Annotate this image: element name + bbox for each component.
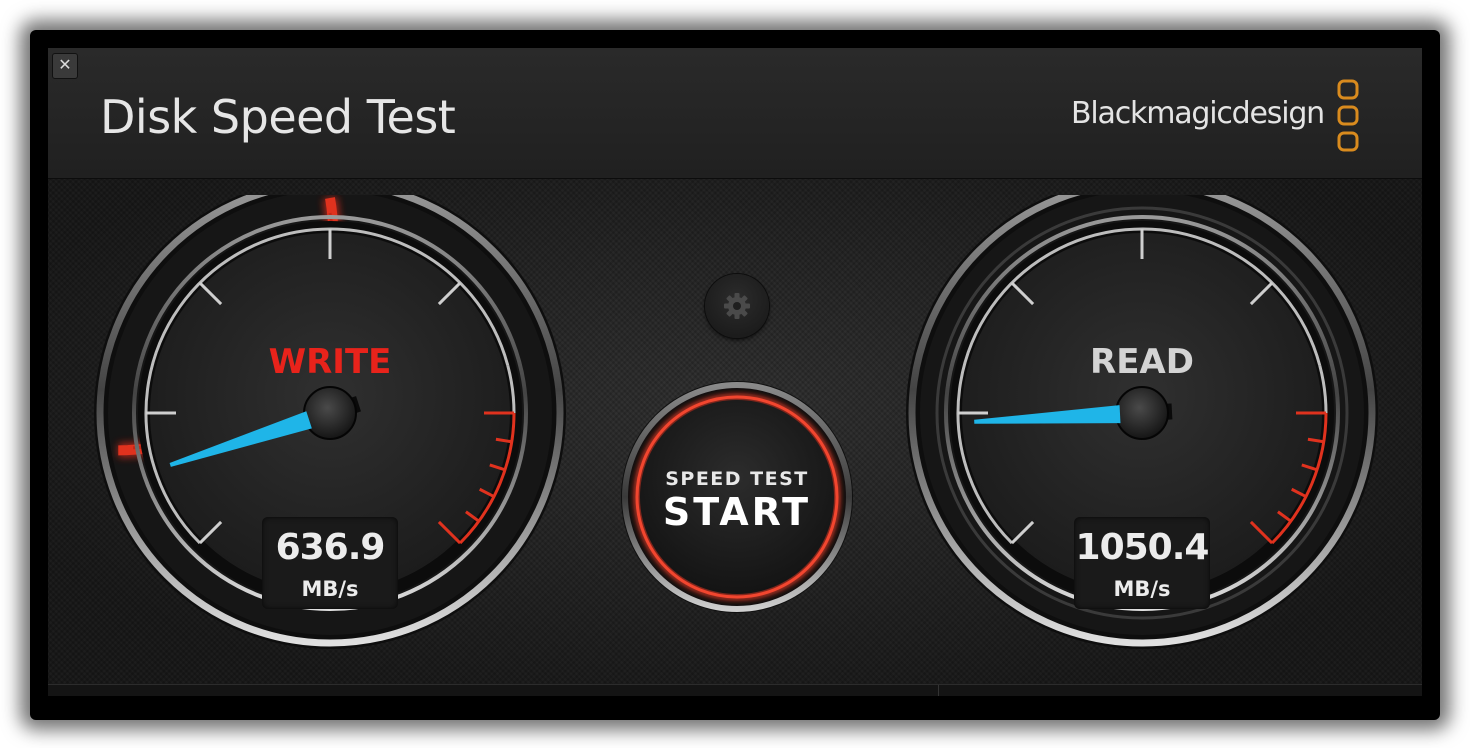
start-button-caption: SPEED TEST <box>665 468 809 490</box>
disk-speed-test-window: ✕ Disk Speed Test Blackmagicdesign WRITE… <box>48 48 1422 696</box>
read-speed-unit: MB/s <box>1113 577 1171 601</box>
gear-icon <box>724 293 750 319</box>
close-button[interactable]: ✕ <box>52 53 78 79</box>
brand-logo-icon <box>1337 79 1359 152</box>
settings-button[interactable] <box>705 274 769 338</box>
write-label: WRITE <box>268 342 392 382</box>
write-gauge: WRITE 636.9 MB/s <box>92 195 568 671</box>
bottom-bar <box>48 684 1422 696</box>
bottom-divider <box>938 685 939 696</box>
start-button-label: START <box>662 490 812 534</box>
title-bar: ✕ Disk Speed Test Blackmagicdesign <box>48 48 1422 179</box>
write-readout: 636.9 MB/s <box>262 517 398 609</box>
main-panel: WRITE 636.9 MB/s SPEED TEST START READ 1… <box>48 179 1422 684</box>
read-label: READ <box>1090 342 1194 382</box>
write-speed-value: 636.9 <box>275 527 386 568</box>
needle-hub <box>1115 386 1169 440</box>
read-speed-value: 1050.4 <box>1075 527 1210 568</box>
read-gauge: READ 1050.4 MB/s <box>904 195 1380 671</box>
needle-hub <box>303 386 357 440</box>
write-speed-unit: MB/s <box>301 577 359 601</box>
speed-test-start-button[interactable]: SPEED TEST START <box>618 378 856 616</box>
read-readout: 1050.4 MB/s <box>1074 517 1210 609</box>
app-title: Disk Speed Test <box>100 90 456 144</box>
brand-name: Blackmagicdesign <box>1071 96 1325 131</box>
